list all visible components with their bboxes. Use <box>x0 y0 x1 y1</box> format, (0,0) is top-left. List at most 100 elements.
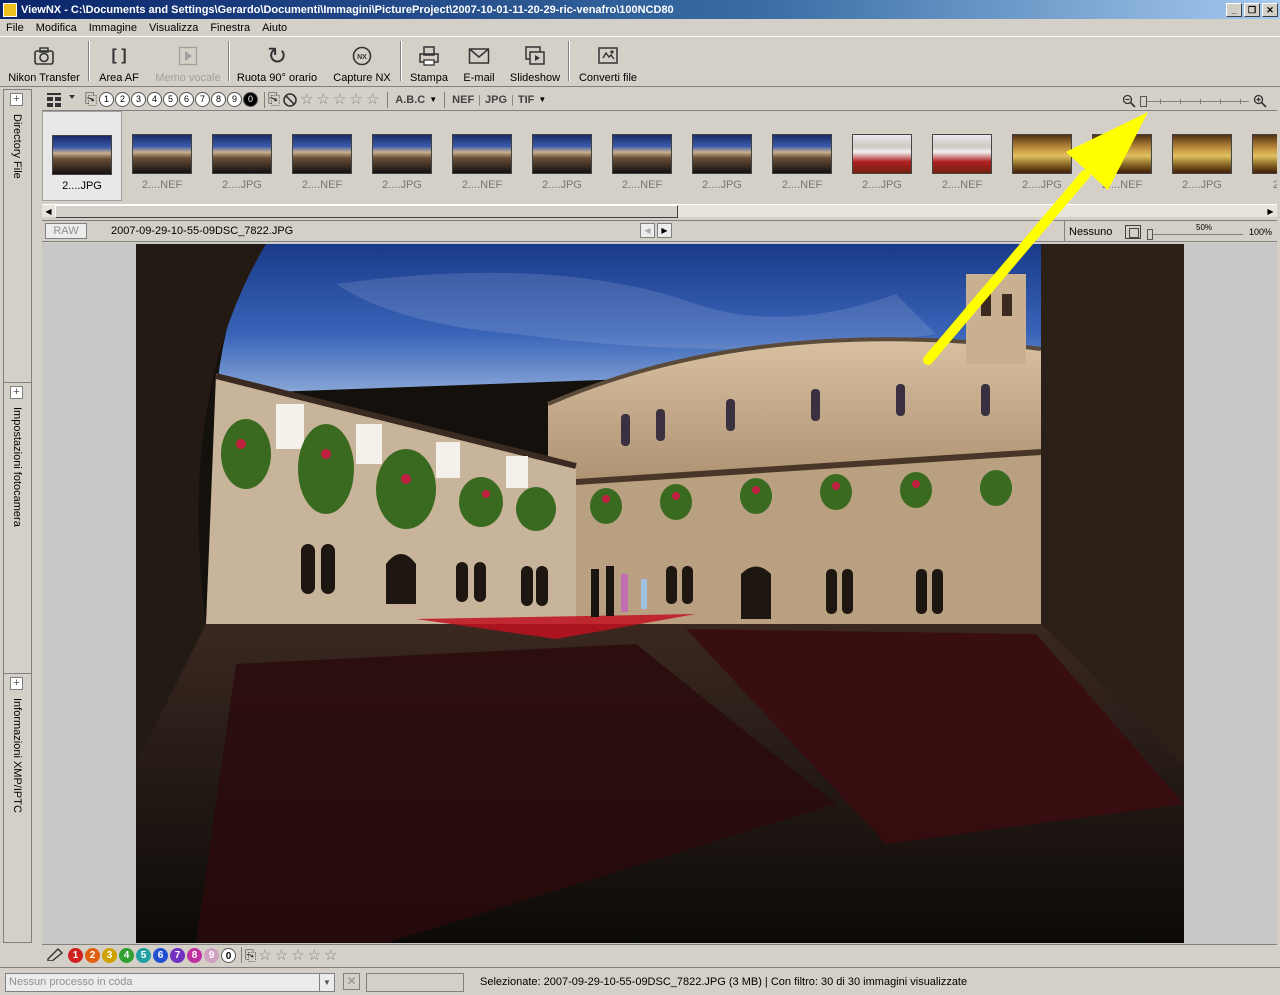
thumbnail-image[interactable] <box>52 135 112 175</box>
label-filter-1[interactable]: 1 <box>99 92 115 107</box>
label-filter-5[interactable]: 5 <box>163 92 179 107</box>
format-filter-jpg[interactable]: JPG <box>481 94 511 106</box>
label-filter-8[interactable]: 8 <box>211 92 227 107</box>
expand-icon[interactable]: + <box>10 93 23 106</box>
label-color-4[interactable]: 4 <box>119 947 134 963</box>
close-button[interactable]: ✕ <box>1262 2 1278 17</box>
thumbnail-image[interactable] <box>452 134 512 174</box>
next-image-button[interactable]: ▶ <box>657 223 672 238</box>
thumbnail-item[interactable]: 2....NEF <box>602 111 682 201</box>
thumbnail-item[interactable]: 2....JPG <box>522 111 602 201</box>
thumbnail-image[interactable] <box>772 134 832 174</box>
thumbnail-item[interactable]: 2....JPG <box>362 111 442 201</box>
fit-to-screen-icon[interactable] <box>1125 224 1141 239</box>
thumbnail-image[interactable] <box>932 134 992 174</box>
image-viewer[interactable] <box>42 243 1277 944</box>
rating-tool-icon[interactable]: ⎘ <box>245 947 256 964</box>
menu-visualizza[interactable]: Visualizza <box>143 22 204 34</box>
thumbnail-image[interactable] <box>692 134 752 174</box>
thumbnail-item[interactable]: 2....JPG <box>202 111 282 201</box>
thumbnail-image[interactable] <box>292 134 352 174</box>
menu-aiuto[interactable]: Aiuto <box>256 22 293 34</box>
no-rating-icon[interactable] <box>282 92 298 108</box>
label-filter-4[interactable]: 4 <box>147 92 163 107</box>
directory-file-label[interactable]: Directory File <box>11 114 23 179</box>
format-filter-nef[interactable]: NEF <box>448 94 478 106</box>
thumbnail-item[interactable]: 2....NEF <box>922 111 1002 201</box>
label-filter-6[interactable]: 6 <box>179 92 195 107</box>
format-filter-tif[interactable]: TIF <box>514 94 539 106</box>
thumbnail-image[interactable] <box>372 134 432 174</box>
label-color-2[interactable]: 2 <box>85 947 100 963</box>
thumbnail-item[interactable]: 2....JPG <box>842 111 922 201</box>
menu-immagine[interactable]: Immagine <box>83 22 143 34</box>
rating-star-icon[interactable]: ☆ <box>275 948 288 963</box>
thumbnail-item[interactable]: 2....NEF <box>442 111 522 201</box>
menu-modifica[interactable]: Modifica <box>30 22 83 34</box>
email-button[interactable]: E-mail <box>456 37 502 87</box>
thumbnail-image[interactable] <box>212 134 272 174</box>
rating-filter-star-icon[interactable]: ☆ <box>349 92 362 107</box>
thumbnail-item[interactable]: 2....JPG <box>42 111 122 201</box>
print-button[interactable]: Stampa <box>402 37 456 87</box>
slideshow-button[interactable]: Slideshow <box>502 37 568 87</box>
label-color-5[interactable]: 5 <box>136 947 151 963</box>
thumbnail-item[interactable]: 2....JPG <box>682 111 762 201</box>
thumbnail-size-slider[interactable] <box>1122 93 1267 109</box>
zoom-in-icon[interactable] <box>1253 94 1267 108</box>
thumbnail-image[interactable] <box>852 134 912 174</box>
scroll-left-icon[interactable]: ◀ <box>42 205 55 218</box>
thumbnail-image[interactable] <box>1092 134 1152 174</box>
thumbnail-view-menu-icon[interactable] <box>45 92 77 108</box>
thumbnail-image[interactable] <box>612 134 672 174</box>
minimize-button[interactable]: _ <box>1226 2 1242 17</box>
thumbnail-image[interactable] <box>1252 134 1277 174</box>
label-filter-9[interactable]: 9 <box>227 92 243 107</box>
thumbnail-item[interactable]: 2.... <box>1242 111 1277 201</box>
rotate-cw-button[interactable]: ↻ Ruota 90° orario <box>230 37 324 87</box>
rating-filter-star-icon[interactable]: ☆ <box>316 92 329 107</box>
thumbnail-item[interactable]: 2....NEF <box>282 111 362 201</box>
thumbnail-image[interactable] <box>1172 134 1232 174</box>
label-filter-7[interactable]: 7 <box>195 92 211 107</box>
rating-star-icon[interactable]: ☆ <box>308 948 321 963</box>
capture-nx-button[interactable]: NX Capture NX <box>324 37 400 87</box>
menu-finestra[interactable]: Finestra <box>204 22 256 34</box>
viewer-zoom-track[interactable] <box>1147 233 1243 235</box>
rating-filter-star-icon[interactable]: ☆ <box>366 92 379 107</box>
label-color-1[interactable]: 1 <box>68 947 83 963</box>
chevron-down-icon[interactable]: ▼ <box>319 974 334 991</box>
zoom-out-icon[interactable] <box>1122 94 1136 108</box>
label-color-0[interactable]: 0 <box>221 947 236 963</box>
viewer-zoom-thumb[interactable] <box>1147 228 1153 240</box>
rating-star-icon[interactable]: ☆ <box>291 948 304 963</box>
label-color-9[interactable]: 9 <box>204 947 219 963</box>
label-filter-2[interactable]: 2 <box>115 92 131 107</box>
voice-memo-button[interactable]: Memo vocale <box>148 37 228 87</box>
rating-star-icon[interactable]: ☆ <box>258 948 271 963</box>
rating-filter-star-icon[interactable]: ☆ <box>333 92 346 107</box>
label-color-7[interactable]: 7 <box>170 947 185 963</box>
rating-filter-star-icon[interactable]: ☆ <box>300 92 313 107</box>
rating-filter-icon[interactable]: ⎘ <box>268 91 280 108</box>
convert-file-button[interactable]: Converti file <box>570 37 646 87</box>
thumbnail-item[interactable]: 2....NEF <box>1082 111 1162 201</box>
thumbnail-item[interactable]: 2....JPG <box>1162 111 1242 201</box>
label-filter-0[interactable]: 0 <box>243 92 259 107</box>
previous-image-button[interactable]: ◀ <box>640 223 655 238</box>
thumbnail-item[interactable]: 2....NEF <box>762 111 842 201</box>
thumbnail-size-track[interactable] <box>1140 95 1249 107</box>
thumbnail-image[interactable] <box>532 134 592 174</box>
thumbnail-image[interactable] <box>132 134 192 174</box>
rating-star-icon[interactable]: ☆ <box>324 948 337 963</box>
scrollbar-thumb[interactable] <box>55 205 678 218</box>
af-area-button[interactable]: [ ] Area AF <box>90 37 148 87</box>
sort-button[interactable]: A.B.C <box>391 94 429 106</box>
nikon-transfer-button[interactable]: Nikon Transfer <box>0 37 88 87</box>
xmp-iptc-label[interactable]: Informazioni XMP/IPTC <box>11 698 23 813</box>
camera-settings-label[interactable]: Impostazioni fotocamera <box>11 407 23 527</box>
side-section-camera-settings[interactable]: + Impostazioni fotocamera <box>4 383 31 672</box>
cloister-photo[interactable] <box>136 244 1184 943</box>
menu-file[interactable]: File <box>0 22 30 34</box>
side-section-xmp-iptc[interactable]: + Informazioni XMP/IPTC <box>4 674 31 942</box>
